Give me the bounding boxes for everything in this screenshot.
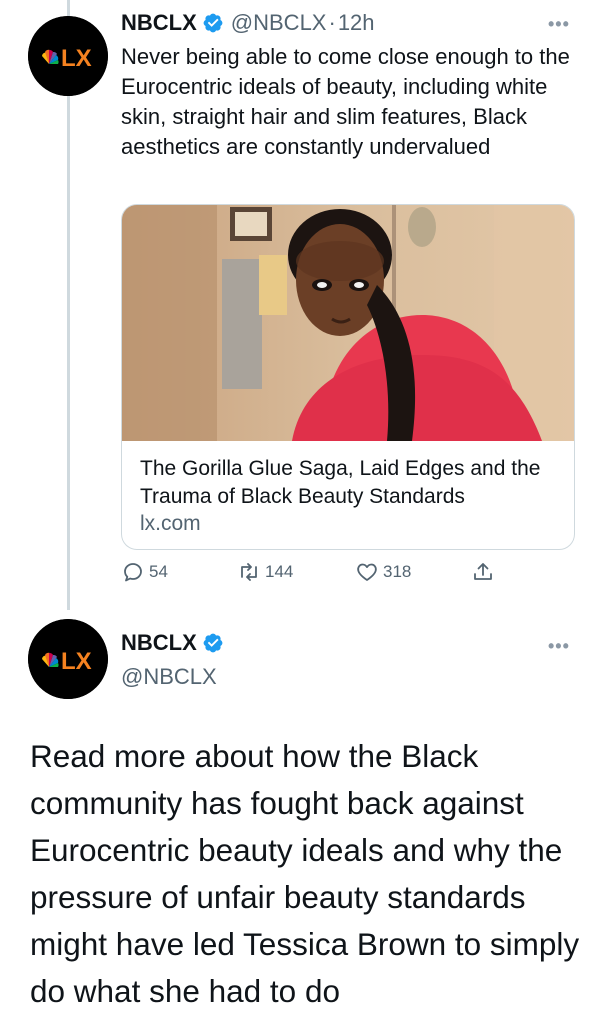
like-button[interactable]: 318 — [355, 560, 411, 584]
nbc-lx-logo-icon: LX — [28, 619, 108, 699]
avatar[interactable]: LX — [28, 619, 108, 699]
more-options-icon[interactable]: ••• — [548, 14, 570, 35]
tweet-header: NBCLX @NBCLX · 12h — [121, 10, 375, 36]
like-count: 318 — [383, 562, 412, 581]
svg-text:LX: LX — [61, 648, 92, 675]
author-name[interactable]: NBCLX — [121, 630, 197, 656]
tweet-text: Never being able to come close enough to… — [121, 44, 570, 159]
share-button[interactable] — [471, 560, 499, 584]
avatar[interactable]: LX — [28, 16, 108, 96]
more-options-icon[interactable]: ••• — [548, 636, 570, 657]
time-separator: · — [328, 10, 336, 35]
author-handle-row: @NBCLX — [121, 664, 217, 690]
heart-icon — [357, 563, 377, 581]
reply-count: 54 — [149, 562, 168, 581]
author-handle[interactable]: @NBCLX — [231, 10, 327, 36]
author-handle[interactable]: @NBCLX — [121, 664, 217, 690]
author-name[interactable]: NBCLX — [121, 10, 197, 36]
verified-badge-icon — [203, 13, 223, 33]
share-icon — [474, 563, 492, 580]
tweet-text: Read more about how the Black community … — [30, 738, 580, 1009]
retweet-count: 144 — [265, 562, 294, 581]
card-domain: lx.com — [140, 512, 201, 535]
reply-icon — [124, 563, 142, 582]
tweet-header: NBCLX — [121, 630, 224, 656]
card-image — [122, 205, 574, 441]
tweet-actions: 54 144 318 — [121, 560, 521, 590]
card-title: The Gorilla Glue Saga, Laid Edges and th… — [140, 457, 541, 508]
link-card[interactable]: The Gorilla Glue Saga, Laid Edges and th… — [121, 204, 575, 550]
nbc-lx-logo-icon: LX — [28, 16, 108, 96]
reply-button[interactable]: 54 — [121, 560, 168, 584]
verified-badge-icon — [203, 633, 223, 653]
retweet-button[interactable]: 144 — [237, 560, 293, 584]
svg-text:LX: LX — [61, 45, 92, 72]
tweet-timestamp[interactable]: 12h — [338, 10, 375, 36]
retweet-icon — [241, 563, 257, 581]
